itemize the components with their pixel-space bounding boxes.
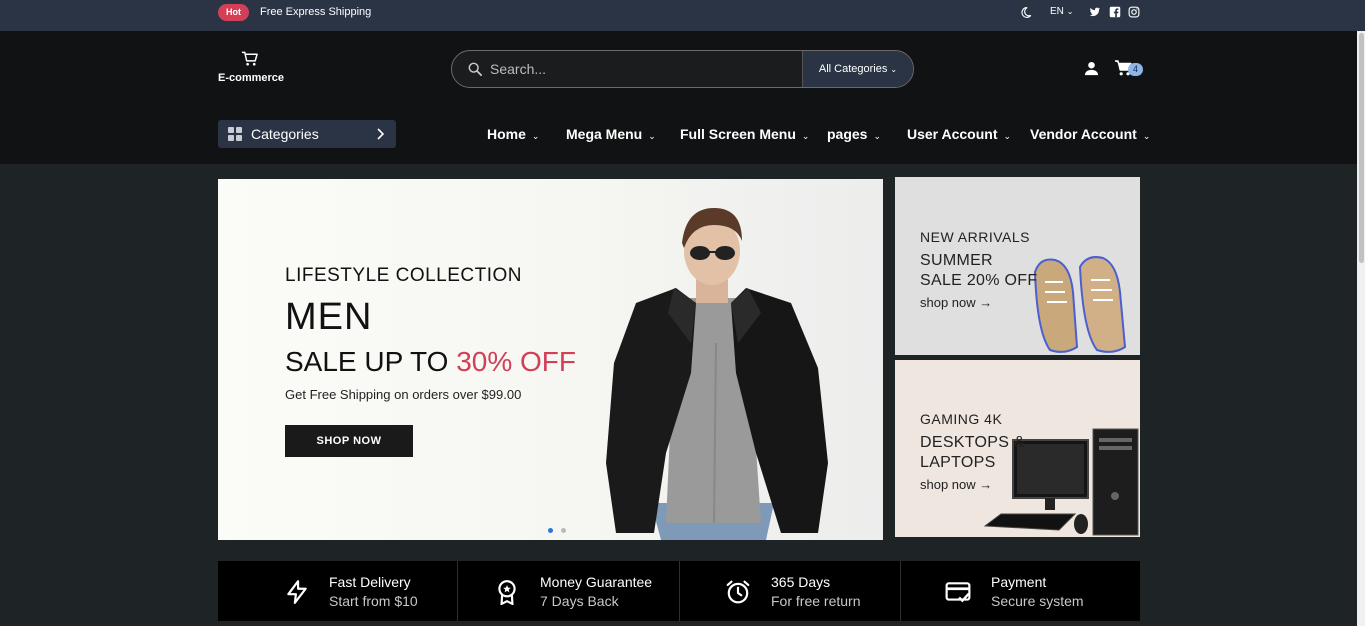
service-subtitle: 7 Days Back (540, 593, 619, 609)
services-bar: Fast Delivery Start from $10 Money Guara… (218, 561, 1140, 621)
search-bar: All Categories ⌄ (451, 50, 914, 88)
nav-user-account[interactable]: User Account ⌄ (907, 126, 1011, 142)
service-fast-delivery: Fast Delivery Start from $10 (218, 561, 458, 621)
service-subtitle: Start from $10 (329, 593, 418, 609)
facebook-icon[interactable] (1109, 6, 1121, 18)
credit-card-check-icon (945, 582, 971, 603)
service-subtitle: For free return (771, 593, 861, 609)
chevron-down-icon: ⌄ (873, 131, 882, 141)
service-payment: Payment Secure system (901, 561, 1140, 621)
chevron-down-icon: ⌄ (1142, 131, 1151, 141)
user-icon[interactable] (1084, 61, 1099, 76)
banner-label: GAMING 4K (920, 411, 1003, 427)
logo-cart-icon[interactable] (241, 51, 258, 67)
lightning-icon (287, 580, 307, 604)
alarm-clock-icon (726, 580, 750, 604)
hero-sale-text: SALE UP TO 30% OFF (285, 346, 577, 377)
hot-badge: Hot (218, 4, 249, 21)
shop-now-link[interactable]: shop now → (920, 295, 992, 310)
logo-text[interactable]: E-commerce (218, 72, 284, 84)
service-title: Payment (991, 574, 1047, 590)
categories-label: Categories (251, 126, 319, 142)
hero-subtitle: LIFESTYLE COLLECTION (285, 265, 523, 286)
service-money-guarantee: Money Guarantee 7 Days Back (458, 561, 680, 621)
shop-now-link[interactable]: shop now → (920, 477, 992, 492)
search-icon (468, 62, 482, 76)
new-arrivals-banner[interactable]: NEW ARRIVALS SUMMER SALE 20% OFF shop now… (895, 177, 1140, 355)
nav-pages[interactable]: pages ⌄ (827, 126, 881, 142)
chevron-down-icon: ⌄ (648, 131, 656, 141)
free-shipping-text: Free Express Shipping (260, 6, 372, 18)
award-icon (498, 580, 516, 605)
banner-title: DESKTOPS & LAPTOPS (920, 434, 1025, 471)
hero-shipping-text: Get Free Shipping on orders over $99.00 (285, 387, 522, 402)
service-title: Money Guarantee (540, 574, 653, 590)
slider-dot-active[interactable] (548, 528, 553, 533)
nav-vendor-account[interactable]: Vendor Account ⌄ (1030, 126, 1150, 142)
banner-label: NEW ARRIVALS (920, 229, 1030, 245)
service-365-days: 365 Days For free return (680, 561, 901, 621)
top-bar (0, 0, 1365, 31)
grid-icon (228, 127, 242, 141)
cart-count-badge: 4 (1128, 63, 1143, 76)
chevron-down-icon: ⌄ (1003, 131, 1012, 141)
slider-dot[interactable] (561, 528, 566, 533)
chevron-down-icon: ⌄ (801, 131, 810, 141)
chevron-down-icon: ⌄ (1066, 7, 1074, 16)
category-select[interactable]: All Categories ⌄ (802, 51, 913, 87)
hero-banner: LIFESTYLE COLLECTION MEN SALE UP TO 30% … (218, 179, 883, 540)
scrollbar-thumb[interactable] (1359, 33, 1364, 263)
banner-title: SUMMER SALE 20% OFF (920, 252, 1038, 289)
instagram-icon[interactable] (1128, 6, 1140, 18)
chevron-down-icon: ⌄ (531, 131, 540, 141)
categories-button[interactable]: Categories (218, 120, 396, 148)
nav-mega-menu[interactable]: Mega Menu ⌄ (566, 126, 656, 142)
nav-full-screen-menu[interactable]: Full Screen Menu ⌄ (680, 126, 809, 142)
hero-title: MEN (285, 296, 373, 338)
service-subtitle: Secure system (991, 593, 1084, 609)
model-image (606, 208, 828, 540)
chevron-right-icon (377, 128, 384, 140)
chevron-down-icon: ⌄ (890, 65, 898, 74)
twitter-icon[interactable] (1089, 6, 1101, 18)
shop-now-button[interactable]: SHOP NOW (285, 425, 413, 457)
shoes-image (1033, 256, 1127, 353)
service-title: 365 Days (771, 574, 831, 590)
service-title: Fast Delivery (329, 574, 411, 590)
search-input[interactable] (490, 51, 800, 87)
gaming-banner[interactable]: GAMING 4K DESKTOPS & LAPTOPS shop now → (895, 360, 1140, 537)
moon-icon[interactable] (1019, 6, 1032, 19)
language-selector[interactable]: EN ⌄ (1050, 6, 1073, 17)
nav-home[interactable]: Home ⌄ (487, 126, 539, 142)
